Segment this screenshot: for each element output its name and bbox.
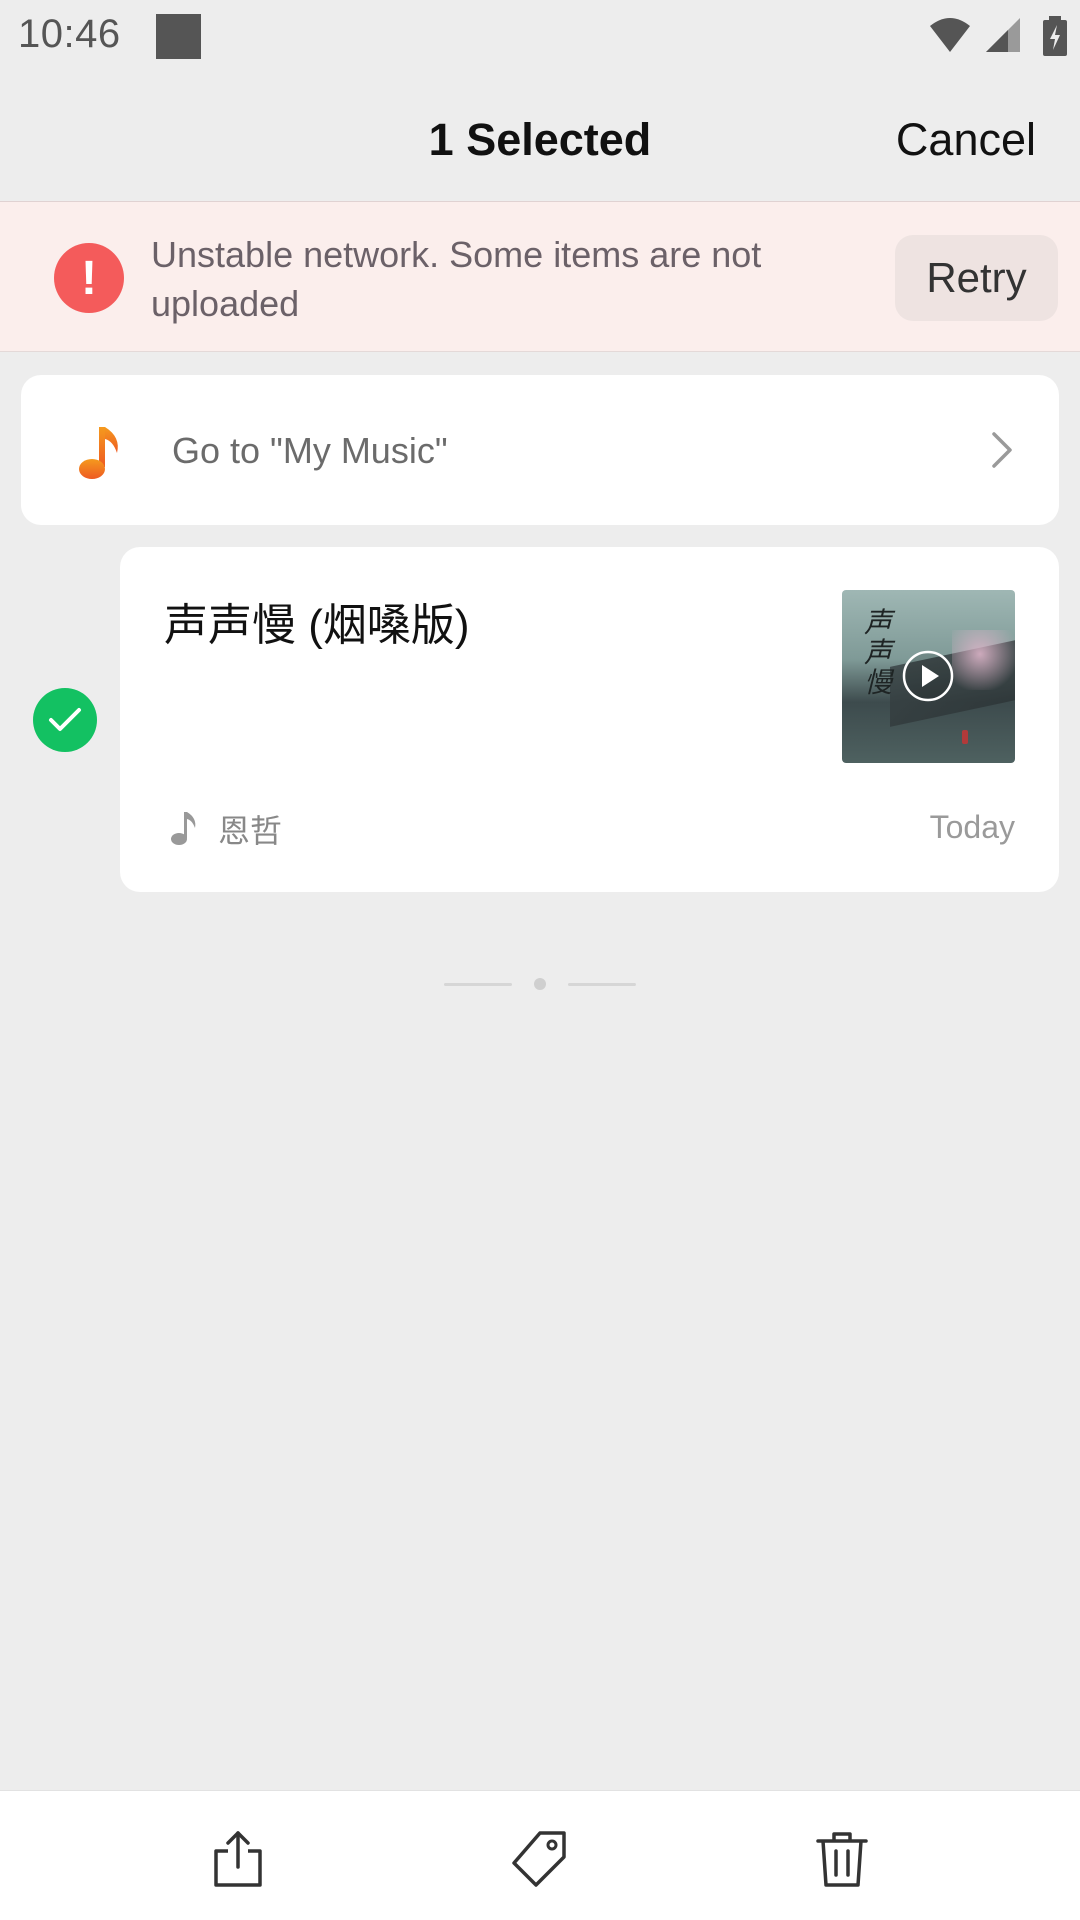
cancel-button[interactable]: Cancel bbox=[896, 114, 1036, 166]
error-icon: ! bbox=[54, 243, 124, 313]
delete-icon[interactable] bbox=[812, 1829, 872, 1889]
checkmark-icon bbox=[49, 708, 81, 731]
cover-art-blossom bbox=[952, 630, 1015, 690]
status-time: 10:46 bbox=[18, 12, 121, 56]
notification-icon bbox=[156, 14, 201, 59]
status-bar: 10:46 bbox=[0, 0, 1080, 76]
cover-calligraphy: 声声慢 bbox=[864, 606, 893, 699]
error-message: Unstable network. Some items are not upl… bbox=[151, 234, 762, 324]
song-date: Today bbox=[929, 809, 1015, 845]
screen: 10:46 1 Selected Cancel ! Unstable netwo… bbox=[0, 0, 1080, 1920]
indicator-dash-left bbox=[444, 983, 512, 986]
tag-icon[interactable] bbox=[510, 1829, 570, 1889]
indicator-dash-right bbox=[568, 983, 636, 986]
share-icon[interactable] bbox=[208, 1829, 268, 1889]
music-note-icon bbox=[79, 427, 118, 479]
network-error-banner: ! Unstable network. Some items are not u… bbox=[0, 202, 1080, 352]
top-bar: 1 Selected Cancel bbox=[0, 76, 1080, 202]
battery-icon bbox=[1043, 16, 1067, 56]
go-to-my-music-link[interactable]: Go to "My Music" bbox=[21, 375, 1059, 525]
signal-icon bbox=[986, 18, 1020, 52]
chevron-right-icon bbox=[992, 432, 1012, 468]
bottom-toolbar bbox=[0, 1790, 1080, 1920]
song-artist: 恩哲 bbox=[218, 813, 283, 849]
song-card[interactable]: 声声慢 (烟嗓版) 声声慢 恩哲 Today bbox=[120, 547, 1059, 892]
play-icon[interactable] bbox=[901, 649, 955, 703]
cover-art-figure bbox=[962, 730, 968, 744]
wifi-icon bbox=[930, 18, 970, 52]
indicator-dot bbox=[534, 978, 546, 990]
album-cover[interactable]: 声声慢 bbox=[842, 590, 1015, 763]
my-music-link-label: Go to "My Music" bbox=[172, 430, 448, 471]
retry-button[interactable]: Retry bbox=[895, 235, 1058, 321]
end-of-list-indicator bbox=[444, 978, 636, 990]
song-title: 声声慢 (烟嗓版) bbox=[164, 601, 470, 650]
selected-checkbox[interactable] bbox=[33, 688, 97, 752]
music-note-small-icon bbox=[171, 812, 196, 845]
